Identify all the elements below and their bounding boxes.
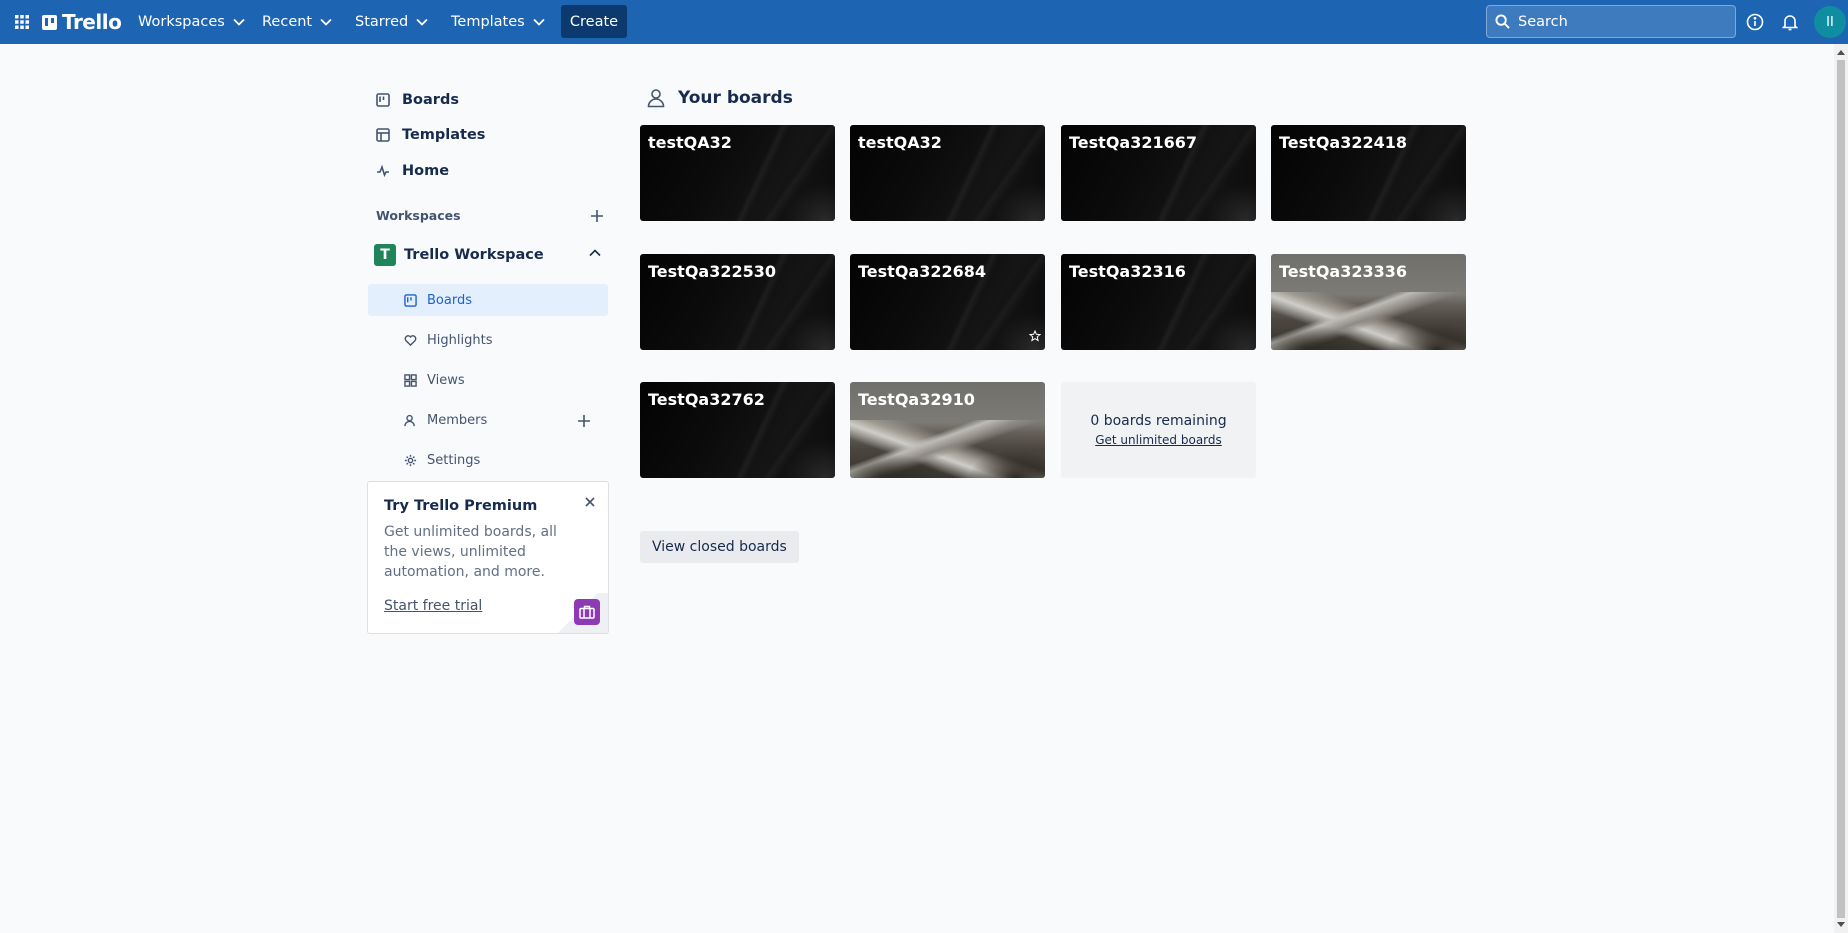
search-input[interactable]: [1518, 13, 1718, 30]
plus-icon: [578, 415, 590, 427]
board-name: TestQa32316: [1069, 262, 1186, 281]
premium-promo-card: Try Trello Premium Get unlimited boards,…: [367, 481, 609, 634]
board-tile[interactable]: TestQa32316: [1061, 254, 1256, 350]
top-navigation-bar: Trello Workspaces Recent Starred Templat…: [0, 0, 1848, 44]
avatar[interactable]: II: [1814, 6, 1846, 38]
your-boards-header: Your boards: [646, 88, 793, 108]
sidebar-templates-label: Templates: [402, 127, 486, 143]
chevron-up-icon: [589, 249, 601, 257]
board-tile[interactable]: TestQa32762: [640, 382, 835, 478]
templates-menu-label: Templates: [451, 14, 525, 30]
close-icon[interactable]: [582, 494, 598, 510]
get-unlimited-boards-link[interactable]: Get unlimited boards: [1095, 433, 1222, 447]
create-button[interactable]: Create: [561, 5, 627, 38]
workspace-settings-link[interactable]: Settings: [368, 444, 608, 476]
search-icon: [1495, 14, 1510, 29]
workspace-views-label: Views: [427, 372, 465, 388]
board-icon: [404, 293, 417, 307]
members-icon: [404, 414, 415, 426]
board-tile[interactable]: TestQa32910: [850, 382, 1045, 478]
workspace-members-label: Members: [427, 412, 488, 428]
board-icon: [376, 93, 390, 107]
workspace-members-link[interactable]: Members: [368, 404, 608, 436]
workspace-badge: T: [374, 244, 396, 266]
workspace-highlights-link[interactable]: Highlights: [368, 324, 608, 356]
board-name: TestQa322418: [1279, 133, 1408, 152]
view-closed-boards-button[interactable]: View closed boards: [640, 531, 799, 563]
add-member-button[interactable]: [573, 410, 595, 432]
trello-logo-text: Trello: [62, 10, 122, 34]
workspace-views-link[interactable]: Views: [368, 364, 608, 396]
recent-menu-button[interactable]: Recent: [256, 6, 338, 38]
activity-pulse-icon: [377, 164, 389, 178]
workspace-settings-label: Settings: [427, 452, 481, 468]
board-tile[interactable]: testQA32: [640, 125, 835, 221]
information-icon[interactable]: [1743, 10, 1767, 34]
star-icon[interactable]: [1029, 330, 1041, 342]
chevron-down-icon: [533, 18, 545, 26]
board-name: TestQa322530: [648, 262, 777, 281]
chevron-down-icon: [233, 18, 245, 26]
add-workspace-button[interactable]: [586, 205, 608, 227]
page-scrollbar[interactable]: [1834, 44, 1848, 933]
premium-briefcase-icon: [574, 599, 600, 625]
premium-description: Get unlimited boards, all the views, unl…: [384, 524, 557, 580]
sidebar-boards-label: Boards: [402, 92, 459, 108]
notifications-bell-icon[interactable]: [1778, 10, 1802, 34]
scroll-up-arrow-icon[interactable]: [1837, 50, 1845, 55]
scroll-down-arrow-icon[interactable]: [1837, 922, 1845, 927]
starred-menu-button[interactable]: Starred: [349, 6, 434, 38]
board-name: testQA32: [858, 133, 942, 152]
board-tile[interactable]: TestQa321667: [1061, 125, 1256, 221]
plus-icon: [591, 210, 603, 222]
board-tile[interactable]: TestQa322530: [640, 254, 835, 350]
starred-menu-label: Starred: [355, 14, 409, 30]
template-icon: [376, 128, 390, 142]
recent-menu-label: Recent: [262, 14, 313, 30]
premium-title: Try Trello Premium: [384, 498, 538, 514]
board-tile[interactable]: TestQa323336: [1271, 254, 1466, 350]
workspace-highlights-label: Highlights: [427, 332, 493, 348]
templates-menu-button[interactable]: Templates: [445, 6, 551, 38]
board-tile[interactable]: TestQa322418: [1271, 125, 1466, 221]
sidebar-home-label: Home: [402, 163, 450, 179]
person-icon: [647, 89, 665, 108]
workspace-toggle[interactable]: T Trello Workspace: [368, 238, 608, 272]
workspaces-heading: Workspaces: [376, 208, 461, 223]
workspace-boards-link[interactable]: Boards: [368, 284, 608, 316]
gear-icon: [404, 454, 417, 466]
board-name: TestQa323336: [1279, 262, 1408, 281]
your-boards-title: Your boards: [678, 88, 793, 108]
app-switcher-icon[interactable]: [10, 10, 34, 34]
trello-logo[interactable]: Trello: [42, 10, 122, 34]
workspaces-menu-button[interactable]: Workspaces: [132, 6, 251, 38]
grid-view-icon: [404, 373, 417, 387]
chevron-down-icon: [320, 18, 332, 26]
search-box[interactable]: [1486, 5, 1736, 38]
workspaces-menu-label: Workspaces: [138, 14, 225, 30]
board-tile[interactable]: TestQa322684: [850, 254, 1045, 350]
workspace-boards-label: Boards: [427, 292, 472, 308]
board-name: TestQa32910: [858, 390, 975, 409]
board-name: testQA32: [648, 133, 732, 152]
board-tile[interactable]: testQA32: [850, 125, 1045, 221]
boards-remaining-count: 0 boards remaining: [1090, 413, 1227, 429]
sidebar-templates-link[interactable]: Templates: [368, 119, 608, 151]
workspace-name: Trello Workspace: [404, 247, 544, 263]
start-free-trial-link[interactable]: Start free trial: [384, 598, 482, 614]
sidebar-home-link[interactable]: Home: [368, 155, 608, 187]
scrollbar-thumb[interactable]: [1837, 60, 1845, 918]
board-name: TestQa32762: [648, 390, 765, 409]
boards-remaining-tile: 0 boards remaining Get unlimited boards: [1061, 382, 1256, 478]
chevron-down-icon: [416, 18, 428, 26]
board-name: TestQa321667: [1069, 133, 1198, 152]
sidebar-boards-link[interactable]: Boards: [368, 84, 608, 116]
heart-icon: [404, 334, 417, 346]
trello-logo-icon: [42, 14, 57, 30]
board-name: TestQa322684: [858, 262, 987, 281]
